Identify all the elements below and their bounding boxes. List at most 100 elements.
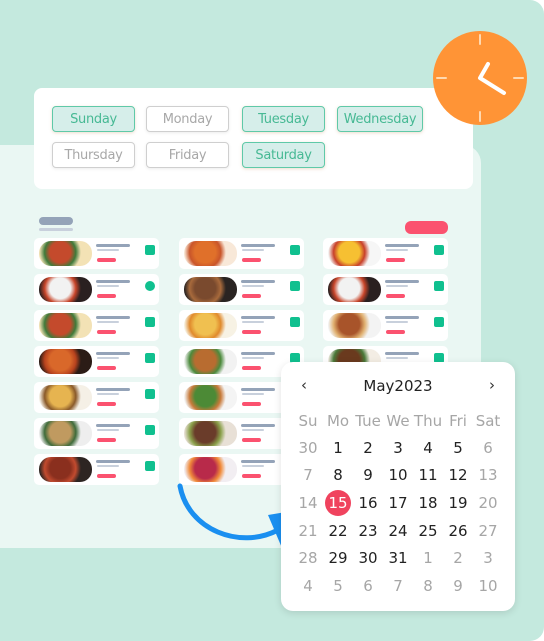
- meal-card[interactable]: [34, 346, 159, 377]
- calendar-day[interactable]: 30: [293, 436, 323, 460]
- food-thumbnail: [39, 277, 92, 302]
- meal-card[interactable]: [323, 274, 448, 305]
- meal-title-placeholder: [385, 316, 419, 319]
- calendar-day[interactable]: 30: [353, 546, 383, 570]
- calendar-day-selected[interactable]: 15: [323, 489, 353, 516]
- calendar-day[interactable]: 21: [293, 519, 323, 543]
- calendar-day[interactable]: 1: [323, 436, 353, 460]
- calendar-day[interactable]: 16: [353, 491, 383, 515]
- calendar-day[interactable]: 1: [413, 546, 443, 570]
- calendar-day[interactable]: 7: [293, 463, 323, 487]
- calendar-day[interactable]: 6: [473, 436, 503, 460]
- meal-card[interactable]: [34, 382, 159, 413]
- calendar-day[interactable]: 4: [413, 436, 443, 460]
- status-indicator[interactable]: [434, 245, 444, 255]
- calendar-day[interactable]: 31: [383, 546, 413, 570]
- calendar-day[interactable]: 12: [443, 463, 473, 487]
- status-indicator[interactable]: [290, 281, 300, 291]
- food-thumbnail: [184, 349, 237, 374]
- status-indicator[interactable]: [145, 389, 155, 399]
- chevron-right-icon[interactable]: ›: [489, 376, 495, 394]
- meal-tag-placeholder: [242, 402, 261, 406]
- meal-card[interactable]: [34, 238, 159, 269]
- meal-title-placeholder: [96, 460, 130, 463]
- day-toggle-wednesday[interactable]: Wednesday: [337, 106, 423, 132]
- meal-subtitle-placeholder: [242, 429, 264, 431]
- status-indicator[interactable]: [290, 245, 300, 255]
- calendar-day[interactable]: 2: [353, 436, 383, 460]
- calendar-day[interactable]: 18: [413, 491, 443, 515]
- calendar-day[interactable]: 25: [413, 519, 443, 543]
- food-thumbnail: [184, 241, 237, 266]
- day-number: 5: [333, 576, 343, 595]
- calendar-day[interactable]: 2: [443, 546, 473, 570]
- food-thumbnail: [39, 385, 92, 410]
- calendar-day[interactable]: 22: [323, 519, 353, 543]
- calendar-day[interactable]: 6: [353, 574, 383, 598]
- list-header-action-button[interactable]: [405, 221, 448, 234]
- weekday-label: We: [386, 412, 410, 430]
- calendar-day[interactable]: 11: [413, 463, 443, 487]
- calendar-day[interactable]: 26: [443, 519, 473, 543]
- calendar-day[interactable]: 5: [323, 574, 353, 598]
- meal-card[interactable]: [34, 274, 159, 305]
- meal-tag-placeholder: [386, 258, 405, 262]
- calendar-day[interactable]: 10: [473, 574, 503, 598]
- calendar-day[interactable]: 23: [353, 519, 383, 543]
- meal-card[interactable]: [179, 238, 304, 269]
- meal-tag-placeholder: [242, 474, 261, 478]
- calendar-day[interactable]: 10: [383, 463, 413, 487]
- status-indicator[interactable]: [145, 281, 155, 291]
- meal-title-placeholder: [241, 244, 275, 247]
- calendar-day[interactable]: 8: [323, 463, 353, 487]
- status-indicator[interactable]: [145, 317, 155, 327]
- day-number: 1: [423, 549, 433, 568]
- day-toggle-saturday[interactable]: Saturday: [242, 142, 325, 168]
- calendar-day[interactable]: 20: [473, 491, 503, 515]
- status-indicator[interactable]: [145, 245, 155, 255]
- calendar-day[interactable]: 24: [383, 519, 413, 543]
- status-indicator[interactable]: [290, 317, 300, 327]
- status-indicator[interactable]: [145, 425, 155, 435]
- day-number: 2: [363, 438, 373, 457]
- calendar-day[interactable]: 7: [383, 574, 413, 598]
- calendar-day[interactable]: 9: [353, 463, 383, 487]
- meal-card[interactable]: [34, 418, 159, 449]
- calendar-day[interactable]: 14: [293, 491, 323, 515]
- calendar-day[interactable]: 8: [413, 574, 443, 598]
- calendar-day[interactable]: 13: [473, 463, 503, 487]
- calendar-day[interactable]: 9: [443, 574, 473, 598]
- day-toggle-tuesday[interactable]: Tuesday: [242, 106, 325, 132]
- calendar-day[interactable]: 27: [473, 519, 503, 543]
- calendar-day[interactable]: 5: [443, 436, 473, 460]
- day-number: 23: [358, 521, 378, 540]
- calendar-day[interactable]: 4: [293, 574, 323, 598]
- calendar-day[interactable]: 29: [323, 546, 353, 570]
- day-toggle-monday[interactable]: Monday: [146, 106, 229, 132]
- day-toggle-sunday[interactable]: Sunday: [52, 106, 135, 132]
- meal-card[interactable]: [323, 238, 448, 269]
- calendar-day[interactable]: 3: [383, 436, 413, 460]
- status-indicator[interactable]: [145, 461, 155, 471]
- meal-card[interactable]: [179, 274, 304, 305]
- day-toggle-thursday[interactable]: Thursday: [52, 142, 135, 168]
- calendar-day[interactable]: 17: [383, 491, 413, 515]
- day-toggle-friday[interactable]: Friday: [146, 142, 229, 168]
- calendar-day[interactable]: 28: [293, 546, 323, 570]
- meal-title-placeholder: [241, 460, 275, 463]
- meal-card[interactable]: [323, 310, 448, 341]
- status-indicator[interactable]: [434, 317, 444, 327]
- meal-tag-placeholder: [242, 438, 261, 442]
- status-indicator[interactable]: [434, 281, 444, 291]
- day-number: 2: [453, 549, 463, 568]
- calendar-day[interactable]: 19: [443, 491, 473, 515]
- meal-card[interactable]: [179, 310, 304, 341]
- meal-card[interactable]: [34, 310, 159, 341]
- status-indicator[interactable]: [145, 353, 155, 363]
- calendar-week: 14 15 16 17 18 19 20: [293, 489, 503, 517]
- meal-subtitle-placeholder: [386, 249, 408, 251]
- meal-card[interactable]: [34, 454, 159, 485]
- meal-title-placeholder: [241, 280, 275, 283]
- meal-tag-placeholder: [97, 438, 116, 442]
- calendar-day[interactable]: 3: [473, 546, 503, 570]
